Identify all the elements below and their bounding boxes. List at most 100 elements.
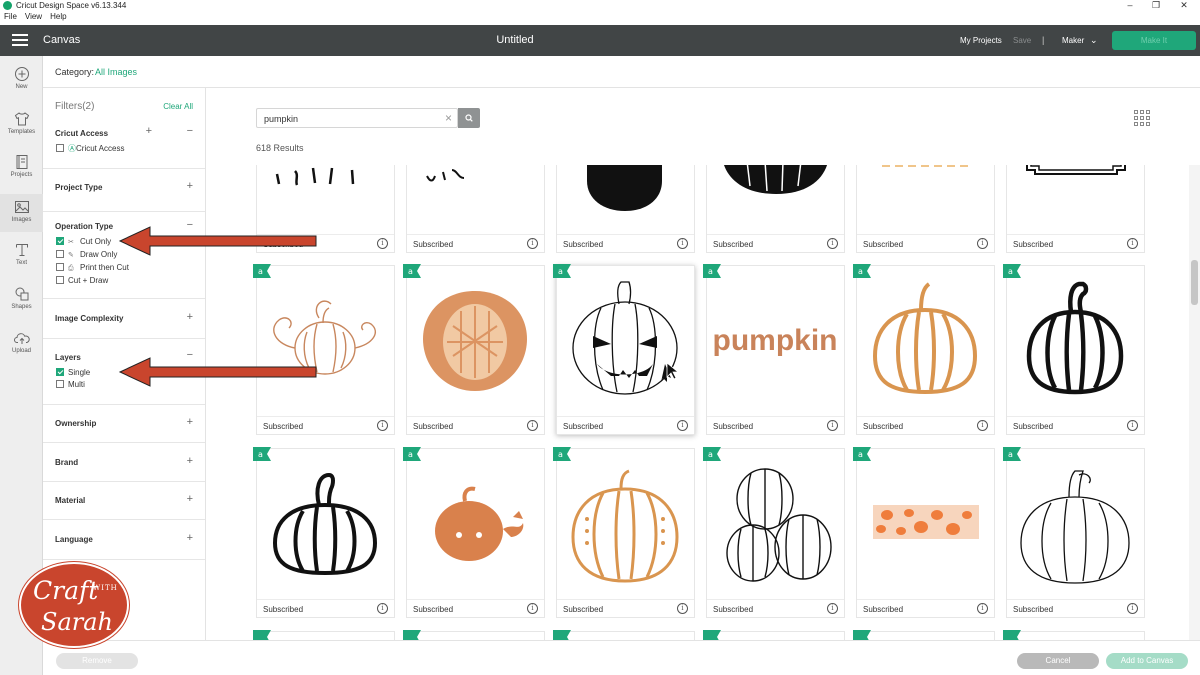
search-query: pumpkin bbox=[264, 114, 299, 124]
info-icon[interactable]: i bbox=[377, 603, 388, 614]
expand-icon[interactable]: + bbox=[187, 455, 193, 467]
checkbox[interactable] bbox=[56, 380, 64, 388]
expand-icon[interactable]: + bbox=[187, 532, 193, 544]
info-icon[interactable]: i bbox=[827, 238, 838, 249]
image-card[interactable]: a pumpkin Subscribed i bbox=[703, 264, 845, 435]
info-icon[interactable]: i bbox=[977, 238, 988, 249]
machine-selector[interactable]: Maker bbox=[1062, 36, 1084, 45]
close-window-button[interactable]: ✕ bbox=[1177, 0, 1191, 11]
filter-option-multi[interactable]: Multi bbox=[56, 380, 85, 390]
info-icon[interactable]: i bbox=[377, 238, 388, 249]
rail-item-projects[interactable]: Projects bbox=[0, 154, 43, 188]
info-icon[interactable]: i bbox=[527, 603, 538, 614]
checkbox[interactable] bbox=[56, 276, 64, 284]
image-card[interactable]: a Subscribed i bbox=[853, 447, 995, 618]
image-card[interactable] bbox=[853, 630, 995, 640]
filter-option-print-then-cut[interactable]: ⎙ Print then Cut bbox=[56, 263, 129, 273]
rail-item-text[interactable]: Text bbox=[0, 242, 43, 276]
image-card[interactable]: Subscribed i bbox=[706, 165, 845, 253]
expand-icon[interactable]: + bbox=[187, 416, 193, 428]
filter-option-single[interactable]: Single bbox=[56, 368, 90, 378]
results-scrollbar[interactable] bbox=[1189, 165, 1200, 640]
filter-section-language[interactable]: Language + bbox=[43, 519, 205, 559]
rail-item-shapes[interactable]: Shapes bbox=[0, 286, 43, 320]
filter-option-cricut-access[interactable]: ⒶCricut Access bbox=[56, 144, 124, 154]
info-icon[interactable]: i bbox=[977, 420, 988, 431]
filter-option-draw-only[interactable]: ✎ Draw Only bbox=[56, 250, 117, 260]
checkbox-checked[interactable] bbox=[56, 368, 64, 376]
image-card[interactable] bbox=[553, 630, 695, 640]
make-it-button[interactable]: Make It bbox=[1112, 31, 1196, 50]
image-card[interactable] bbox=[253, 630, 395, 640]
image-card[interactable]: a Subscribed i bbox=[853, 264, 995, 435]
menu-help[interactable]: Help bbox=[50, 12, 66, 21]
info-icon[interactable]: i bbox=[377, 420, 388, 431]
save-button[interactable]: Save bbox=[1013, 36, 1031, 45]
rail-item-templates[interactable]: Templates bbox=[0, 111, 43, 145]
image-card[interactable] bbox=[403, 630, 545, 640]
image-card[interactable] bbox=[703, 630, 845, 640]
image-card[interactable]: a Subscribed i bbox=[1003, 264, 1145, 435]
info-icon[interactable]: i bbox=[677, 603, 688, 614]
filter-option-cut-draw[interactable]: Cut + Draw bbox=[56, 276, 108, 286]
clear-all-link[interactable]: Clear All bbox=[163, 102, 193, 111]
filter-section-brand[interactable]: Brand + bbox=[43, 442, 205, 481]
checkbox-checked[interactable] bbox=[56, 237, 64, 245]
collapse-icon[interactable]: − bbox=[187, 125, 193, 137]
filter-section-ownership[interactable]: Ownership + bbox=[43, 404, 205, 442]
info-icon[interactable]: i bbox=[1127, 420, 1138, 431]
info-icon[interactable]: i bbox=[827, 420, 838, 431]
image-card-selected[interactable]: a Subscribed i bbox=[553, 264, 695, 435]
expand-icon[interactable]: + bbox=[187, 493, 193, 505]
filter-title[interactable]: Cricut Access bbox=[55, 129, 108, 138]
search-button[interactable] bbox=[458, 108, 480, 128]
image-card[interactable]: a Subscribed i bbox=[403, 447, 545, 618]
image-card[interactable]: Subscribed i bbox=[406, 165, 545, 253]
image-card[interactable]: a Subscribed i bbox=[1003, 447, 1145, 618]
info-icon[interactable]: i bbox=[527, 420, 538, 431]
add-to-canvas-button[interactable]: Add to Canvas bbox=[1106, 653, 1188, 669]
clear-search-icon[interactable]: × bbox=[445, 111, 452, 125]
image-card[interactable]: Subscribed i bbox=[856, 165, 995, 253]
image-card[interactable]: Subscribed i bbox=[1006, 165, 1145, 253]
cancel-button[interactable]: Cancel bbox=[1017, 653, 1099, 669]
info-icon[interactable]: i bbox=[1127, 603, 1138, 614]
image-card[interactable]: a Subscribed i bbox=[403, 264, 545, 435]
menu-file[interactable]: File bbox=[4, 12, 17, 21]
chevron-down-icon[interactable]: ⌄ bbox=[1090, 35, 1098, 46]
image-card[interactable] bbox=[1003, 630, 1145, 640]
info-icon[interactable]: i bbox=[527, 238, 538, 249]
filter-section-image-complexity[interactable]: Image Complexity + bbox=[43, 298, 205, 338]
category-link[interactable]: All Images bbox=[95, 67, 137, 77]
info-icon[interactable]: i bbox=[977, 603, 988, 614]
filter-section-material[interactable]: Material + bbox=[43, 481, 205, 519]
remove-button[interactable]: Remove bbox=[56, 653, 138, 669]
expand-icon[interactable]: + bbox=[187, 311, 193, 323]
scrollbar-thumb[interactable] bbox=[1191, 260, 1198, 305]
menu-view[interactable]: View bbox=[25, 12, 42, 21]
info-icon[interactable]: i bbox=[827, 603, 838, 614]
rail-item-images[interactable]: Images bbox=[0, 194, 43, 232]
image-card[interactable]: a Subscribed i bbox=[553, 447, 695, 618]
image-card[interactable]: a Subscribed i bbox=[253, 264, 395, 435]
my-projects-link[interactable]: My Projects bbox=[960, 36, 1002, 45]
grid-view-icon[interactable] bbox=[1134, 110, 1151, 127]
info-icon[interactable]: i bbox=[1127, 238, 1138, 249]
info-icon[interactable]: i bbox=[677, 420, 688, 431]
minimize-button[interactable]: – bbox=[1123, 0, 1137, 10]
expand-icon[interactable]: + bbox=[187, 180, 193, 192]
rail-item-new[interactable]: New bbox=[0, 66, 43, 100]
image-card[interactable]: a Subscribed i bbox=[253, 447, 395, 618]
info-icon[interactable]: i bbox=[677, 238, 688, 249]
image-card[interactable]: Subscribed i bbox=[556, 165, 695, 253]
add-filter-icon[interactable]: + bbox=[146, 125, 152, 137]
image-card[interactable]: a Subscribed i bbox=[703, 447, 845, 618]
checkbox[interactable] bbox=[56, 144, 64, 152]
maximize-button[interactable]: ❐ bbox=[1149, 0, 1163, 11]
rail-item-upload[interactable]: Upload bbox=[0, 330, 43, 364]
filter-section-project-type[interactable]: Project Type + bbox=[43, 168, 205, 206]
checkbox[interactable] bbox=[56, 263, 64, 271]
filter-option-cut-only[interactable]: ✂ Cut Only bbox=[56, 237, 111, 247]
checkbox[interactable] bbox=[56, 250, 64, 258]
search-input[interactable]: pumpkin × bbox=[256, 108, 458, 128]
